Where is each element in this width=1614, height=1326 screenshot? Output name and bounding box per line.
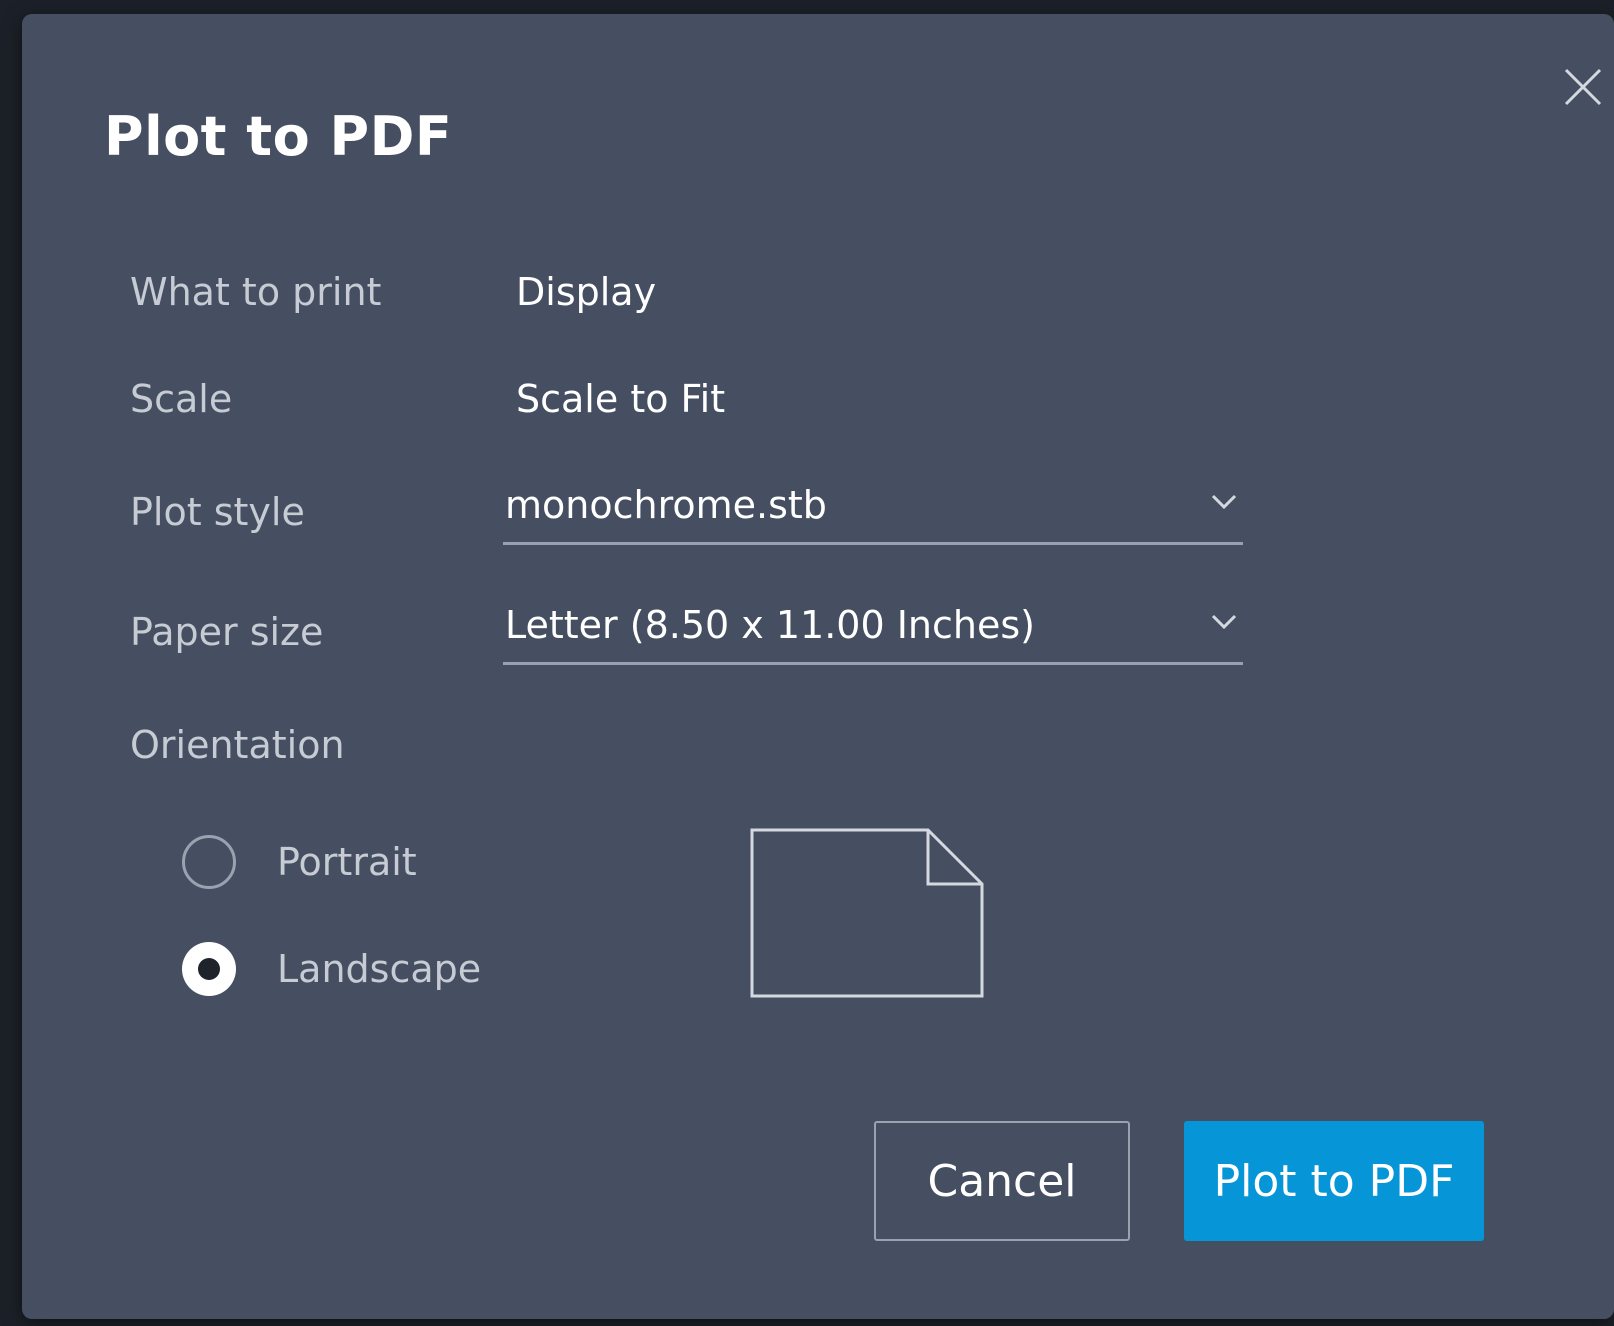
- paper-size-selected-value: Letter (8.50 x 11.00 Inches): [505, 603, 1035, 647]
- orientation-label: Orientation: [130, 723, 345, 767]
- close-icon: [1564, 68, 1602, 106]
- close-button[interactable]: [1560, 64, 1606, 110]
- plot-to-pdf-dialog: Plot to PDF What to print Display Scale …: [22, 14, 1614, 1319]
- dialog-title: Plot to PDF: [104, 105, 453, 168]
- paper-size-label: Paper size: [130, 610, 324, 654]
- plot-style-label: Plot style: [130, 490, 305, 534]
- portrait-radio-option[interactable]: Portrait: [182, 832, 542, 892]
- what-to-print-label: What to print: [130, 270, 382, 314]
- scale-label: Scale: [130, 377, 233, 421]
- landscape-radio-option[interactable]: Landscape: [182, 939, 542, 999]
- portrait-radio[interactable]: [182, 835, 236, 889]
- plot-style-selected-value: monochrome.stb: [505, 483, 827, 527]
- cancel-button[interactable]: Cancel: [874, 1121, 1130, 1241]
- chevron-down-icon: [1211, 494, 1237, 510]
- scale-value: Scale to Fit: [516, 377, 726, 421]
- landscape-label: Landscape: [277, 947, 482, 991]
- what-to-print-value: Display: [516, 270, 657, 314]
- portrait-label: Portrait: [277, 840, 417, 884]
- plot-to-pdf-button[interactable]: Plot to PDF: [1184, 1121, 1484, 1241]
- paper-size-select[interactable]: Letter (8.50 x 11.00 Inches): [503, 596, 1243, 665]
- plot-style-select[interactable]: monochrome.stb: [503, 476, 1243, 545]
- landscape-radio[interactable]: [182, 942, 236, 996]
- chevron-down-icon: [1211, 614, 1237, 630]
- landscape-page-icon: [750, 828, 984, 998]
